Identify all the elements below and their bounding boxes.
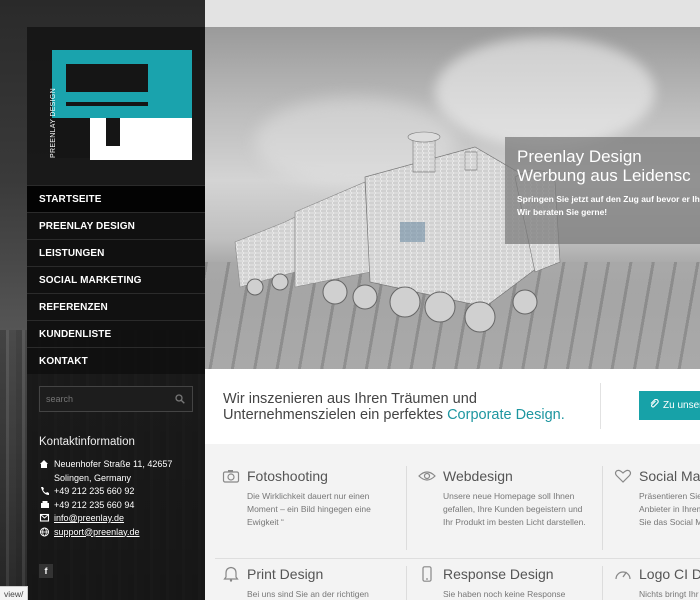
service-card[interactable]: Logo CI De Nichts bringt Ihr (614, 566, 700, 600)
service-text: Bei uns sind Sie an der richtigen (247, 589, 369, 599)
nav-item-kundenliste[interactable]: KUNDENLISTE (27, 320, 205, 347)
nav-item-preenlay-design[interactable]: PREENLAY DESIGN (27, 212, 205, 239)
contact-fax: +49 212 235 660 94 (54, 499, 135, 510)
contact-info: Neuenhofer Straße 11, 42657 Solingen, Ge… (39, 459, 199, 540)
hero-text-line2: Wir beraten Sie gerne! (517, 207, 608, 217)
service-title: Response Design (443, 566, 554, 582)
service-card[interactable]: Fotoshooting Die Wirklichkeit dauert nur… (222, 468, 402, 529)
service-title: Webdesign (443, 468, 513, 484)
contact-support-link[interactable]: support@preenlay.de (54, 527, 140, 537)
service-text: Die Wirklichkeit dauert nur einen Moment… (247, 491, 371, 527)
service-divider (406, 566, 407, 600)
service-title: Logo CI De (639, 566, 700, 582)
nav-item-kontakt[interactable]: KONTAKT (27, 347, 205, 374)
intro-line2: Unternehmenszielen ein perfektes Corpora… (223, 407, 565, 423)
service-card[interactable]: Social Mar Präsentieren Sie Anbieter in … (614, 468, 700, 529)
intro-text: Wir inszenieren aus Ihren Träumen und Un… (223, 391, 565, 423)
services-grid: Fotoshooting Die Wirklichkeit dauert nur… (205, 444, 700, 600)
envelope-icon (39, 513, 50, 522)
top-strip (205, 0, 700, 27)
service-card[interactable]: Response Design Sie haben noch keine Res… (418, 566, 598, 600)
nav-item-leistungen[interactable]: LEISTUNGEN (27, 239, 205, 266)
globe-icon (40, 527, 49, 536)
home-icon (40, 460, 48, 468)
intro-divider (600, 383, 601, 429)
phone-icon (41, 487, 49, 495)
sidebar: PREENLAY DESIGN STARTSEITE PREENLAY DESI… (27, 27, 205, 600)
search-icon[interactable] (175, 394, 185, 404)
gauge-icon (615, 571, 631, 580)
service-divider (602, 466, 603, 550)
service-text: Nichts bringt Ihr (639, 589, 699, 599)
service-card[interactable]: Webdesign Unsere neue Homepage soll Ihne… (418, 468, 598, 529)
service-divider (406, 466, 407, 550)
service-text: Präsentieren Sie Anbieter in Ihrem Sie d… (639, 491, 700, 527)
status-bar-url: view/ (0, 586, 29, 600)
service-text: Sie haben noch keine Response (443, 589, 566, 599)
hero-title-line1: Preenlay Design (517, 147, 642, 166)
cta-button-label: Zu unsere (663, 400, 700, 411)
intro-line2-plain: Unternehmenszielen ein perfektes (223, 407, 448, 423)
hero-caption: Preenlay Design Werbung aus Leidensc Spr… (505, 137, 700, 244)
logo-mark (52, 50, 192, 160)
intro-band: Wir inszenieren aus Ihren Träumen und Un… (205, 369, 700, 444)
cta-button[interactable]: Zu unsere (639, 391, 700, 420)
main-nav: STARTSEITE PREENLAY DESIGN LEISTUNGEN SO… (27, 185, 205, 374)
facebook-icon[interactable]: f (39, 564, 53, 578)
camera-icon (222, 470, 240, 483)
logo[interactable]: PREENLAY DESIGN (50, 50, 194, 160)
logo-brand-text: PREENLAY DESIGN (50, 88, 57, 158)
paperclip-icon (650, 398, 659, 408)
contact-phone: +49 212 235 660 92 (54, 486, 135, 496)
contact-street: Neuenhofer Straße 11, 42657 (54, 459, 173, 469)
service-title: Fotoshooting (247, 468, 328, 484)
nav-item-social-marketing[interactable]: SOCIAL MARKETING (27, 266, 205, 293)
bell-icon (223, 566, 239, 582)
search-input[interactable] (40, 387, 168, 411)
nav-item-startseite[interactable]: STARTSEITE (27, 185, 205, 212)
fax-icon (41, 500, 49, 508)
services-row-divider (215, 558, 700, 559)
service-text: Unsere neue Homepage soll Ihnen gefallen… (443, 491, 586, 527)
eye-icon (418, 471, 436, 481)
intro-line1: Wir inszenieren aus Ihren Träumen und (223, 391, 477, 407)
nav-item-referenzen[interactable]: REFERENZEN (27, 293, 205, 320)
contact-title: Kontaktinformation (39, 436, 135, 448)
service-title: Social Mar (639, 468, 700, 484)
service-divider (602, 566, 603, 600)
service-card[interactable]: Print Design Bei uns sind Sie an der ric… (222, 566, 402, 600)
hero-text-line1: Springen Sie jetzt auf den Zug auf bevor… (517, 194, 700, 204)
search-box (39, 386, 193, 412)
hero-title-line2: Werbung aus Leidensc (517, 166, 691, 185)
service-title: Print Design (247, 566, 324, 582)
heart-icon (614, 469, 632, 483)
mobile-icon (422, 566, 432, 582)
contact-city: Solingen, Germany (54, 472, 132, 483)
contact-email-link[interactable]: info@preenlay.de (54, 513, 124, 523)
hero-slider: Preenlay Design Werbung aus Leidensc Spr… (205, 27, 700, 369)
intro-line2-accent: Corporate Design. (447, 407, 565, 423)
